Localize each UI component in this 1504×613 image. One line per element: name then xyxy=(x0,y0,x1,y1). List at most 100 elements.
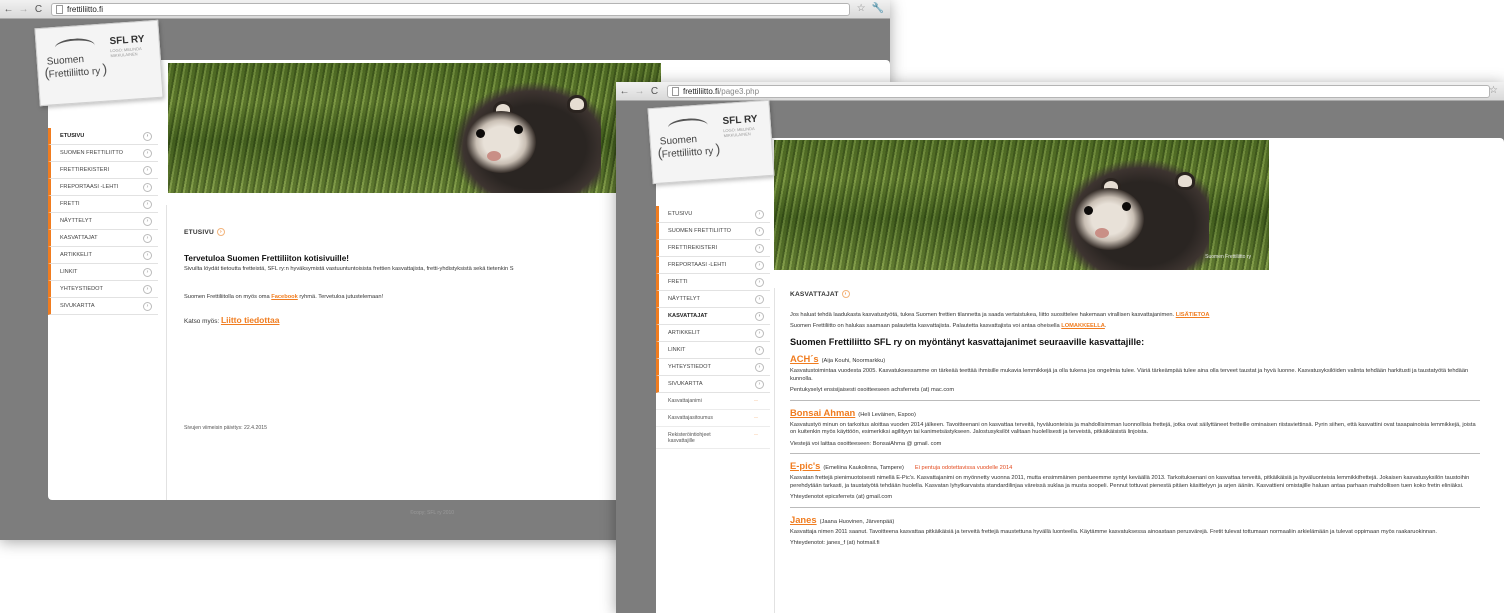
breeder-contact: Viestejä voi laittaa osoitteeseen: Bonsa… xyxy=(790,440,942,447)
breeder-entry: Bonsai Ahman (Heli Leväinen, Espoo) Kasvat… xyxy=(790,407,1480,454)
breeder-name-link[interactable]: ACH´s xyxy=(790,353,819,364)
facebook-link[interactable]: Facebook xyxy=(271,294,298,300)
sidebar-item-label: YHTEYSTIEDOT xyxy=(668,364,711,370)
subnav-item-kasvattajasitoumus[interactable]: Kasvattajasitoumus ·· xyxy=(656,410,770,427)
sidebar-item-label: SIVUKARTTA xyxy=(60,303,95,309)
see-also: Katso myös: Liitto tiedottaa xyxy=(184,315,280,325)
breeder-owner: (Jaana Huovinen, Järvenpää) xyxy=(819,518,895,525)
back-icon[interactable]: ← xyxy=(618,86,631,97)
subnav-item-label: Rekisteröintiohjeet kasvattajille xyxy=(668,431,711,444)
sidebar-item-etusivu[interactable]: ETUSIVU › xyxy=(656,206,770,223)
sidebar-item-etusivu[interactable]: ETUSIVU › xyxy=(48,128,158,145)
bookmark-star-icon[interactable]: ☆ xyxy=(857,3,866,14)
site-logo[interactable]: () Suomen Frettiliitto ry SFL RY LOGO: M… xyxy=(34,19,164,107)
breeder-description: Kasvatan frettejä pienimuotoisesti nimel… xyxy=(790,475,1470,489)
wrench-icon[interactable]: 🔧 xyxy=(872,3,884,14)
chevron-right-icon: › xyxy=(755,210,764,219)
sidebar-item-fretti[interactable]: FRETTI › xyxy=(656,274,770,291)
bookmark-star-icon[interactable]: ☆ xyxy=(1489,85,1498,96)
chevron-right-icon: › xyxy=(755,227,764,236)
breeder-contact: Yhteydenotot epicsferrets (at) gmail.com xyxy=(790,494,893,500)
sidebar-item-label: ETUSIVU xyxy=(60,133,85,139)
subnav-item-label: Kasvattajasitoumus xyxy=(668,415,713,421)
url-path: /page3.php xyxy=(719,86,760,96)
chevron-right-icon: › xyxy=(143,132,152,141)
sidebar-item-label: LINKIT xyxy=(60,269,78,275)
sidebar-item-sivukartta[interactable]: SIVUKARTTA › xyxy=(48,298,158,315)
chevron-right-icon: › xyxy=(143,217,152,226)
sidebar-item-label: FRETTIREKISTERI xyxy=(668,245,718,251)
sidebar-item-kasvattajat[interactable]: KASVATTAJAT › xyxy=(656,308,770,325)
chevron-right-icon: › xyxy=(143,268,152,277)
chevron-right-icon: › xyxy=(755,261,764,270)
url-host: frettiliitto.fi xyxy=(683,86,720,96)
chevron-right-icon: › xyxy=(143,200,152,209)
address-bar[interactable]: frettiliitto.fi xyxy=(51,2,850,16)
liitto-tiedottaa-link[interactable]: Liitto tiedottaa xyxy=(221,315,280,325)
breeder-contact: Pentukyselyt ensisijaisesti osoitteeseen… xyxy=(790,387,955,393)
sidebar-item-label: SIVUKARTTA xyxy=(668,381,703,387)
sidebar-item-suomen-frettiliitto[interactable]: SUOMEN FRETTILIITTO › xyxy=(48,145,158,162)
sidebar-item-artikkelit[interactable]: ARTIKKELIT › xyxy=(656,325,770,342)
breeder-name-link[interactable]: Janes xyxy=(790,514,817,525)
sidebar-item-kasvattajat[interactable]: KASVATTAJAT › xyxy=(48,230,158,247)
forward-icon[interactable]: → xyxy=(17,4,30,15)
sidebar-item-linkit[interactable]: LINKIT › xyxy=(48,264,158,281)
sidebar-item-sivukartta[interactable]: SIVUKARTTA › xyxy=(656,376,770,393)
sidebar-item-suomen-frettiliitto[interactable]: SUOMEN FRETTILIITTO › xyxy=(656,223,770,240)
chevron-right-icon: › xyxy=(755,346,764,355)
sidebar-item-label: FRETTI xyxy=(60,201,80,207)
breeder-notice: Ei pentuja odotettavissa vuodelle 2014 xyxy=(914,465,1013,471)
sidebar-item-yhteystiedot[interactable]: YHTEYSTIEDOT › xyxy=(656,359,770,376)
sidebar-item-yhteystiedot[interactable]: YHTEYSTIEDOT › xyxy=(48,281,158,298)
lisatietoa-link[interactable]: LISÄTIETOA xyxy=(1176,312,1210,318)
sidebar-item-label: ETUSIVU xyxy=(668,211,693,217)
sidebar-item-freportaasi-lehti[interactable]: FREPORTAASI -LEHTI › xyxy=(656,257,770,274)
sidebar-item-artikkelit[interactable]: ARTIKKELIT › xyxy=(48,247,158,264)
intro-text: Sivuilta löydät tietoutta fretteistä, SF… xyxy=(184,266,514,272)
address-bar[interactable]: frettiliitto.fi /page3.php xyxy=(667,84,1490,98)
sidebar-item-frettirekisteri[interactable]: FRETTIREKISTERI › xyxy=(48,162,158,179)
chevron-right-icon: › xyxy=(143,302,152,311)
sidebar-item-label: NÄYTTELYT xyxy=(668,296,700,302)
sidebar-item-label: YHTEYSTIEDOT xyxy=(60,286,103,292)
sidebar-item-label: SUOMEN FRETTILIITTO xyxy=(60,150,123,156)
chevron-right-icon: › xyxy=(755,329,764,338)
sidebar-item-fretti[interactable]: FRETTI › xyxy=(48,196,158,213)
sidebar-item-nayttelyt[interactable]: NÄYTTELYT › xyxy=(656,291,770,308)
sidebar-item-nayttelyt[interactable]: NÄYTTELYT › xyxy=(48,213,158,230)
breeder-description: Kasvatustyö minun on tarkoitus aloittaa … xyxy=(790,421,1476,436)
sidebar-item-frettirekisteri[interactable]: FRETTIREKISTERI › xyxy=(656,240,770,257)
sidebar-item-label: FREPORTAASI -LEHTI xyxy=(60,184,119,190)
reload-icon[interactable]: C xyxy=(648,86,661,97)
browser-window-breeders: ← → C frettiliitto.fi /page3.php ☆ Suome… xyxy=(616,82,1504,613)
breeder-name-link[interactable]: Bonsai Ahman xyxy=(790,407,855,418)
facebook-paragraph: Suomen Frettiliitolla on myös oma Facebo… xyxy=(184,293,384,300)
page-icon xyxy=(672,86,679,96)
subnav-item-rekisterointiohjeet-kasvattajille[interactable]: Rekisteröintiohjeet kasvattajille ·· xyxy=(656,427,770,449)
lomakkeella-link[interactable]: LOMAKKEELLA xyxy=(1061,323,1105,329)
breeder-name-link[interactable]: E-pic's xyxy=(790,460,820,471)
sidebar-item-label: FREPORTAASI -LEHTI xyxy=(668,262,727,268)
heading-bullet-icon: › xyxy=(841,290,850,298)
sidebar-item-linkit[interactable]: LINKIT › xyxy=(656,342,770,359)
site-logo[interactable]: () Suomen Frettiliitto ry SFL RY LOGO: M… xyxy=(647,99,775,185)
forward-icon[interactable]: → xyxy=(633,86,646,97)
browser-toolbar: ← → C frettiliitto.fi ☆ 🔧 xyxy=(0,0,890,19)
chevron-right-icon: › xyxy=(755,244,764,253)
footer-copyright: ©copy; SFL ry 2010 xyxy=(410,510,455,516)
divider xyxy=(790,506,1480,508)
sidebar-item-label: ARTIKKELIT xyxy=(60,252,92,258)
back-icon[interactable]: ← xyxy=(2,4,15,15)
last-updated: Sivujen viimeisin päivitys: 22.4.2015 xyxy=(184,425,268,431)
subnav-item-kasvattajanimi[interactable]: Kasvattajanimi ·· xyxy=(656,393,770,410)
sidebar-item-freportaasi-lehti[interactable]: FREPORTAASI -LEHTI › xyxy=(48,179,158,196)
reload-icon[interactable]: C xyxy=(32,4,45,15)
sidebar-item-label: FRETTI xyxy=(668,279,688,285)
breeder-entry: E-pic's (Emeliina Kaukolinna, Tampere) Ei … xyxy=(790,460,1480,508)
sidebar-item-label: SUOMEN FRETTILIITTO xyxy=(668,228,731,234)
intro-paragraph-1: Jos haluat tehdä laadukasta kasvatustyöt… xyxy=(790,312,1210,318)
page-viewport: Suomen Frettiliitto ry ETUSIVU › SUOMEN FR… xyxy=(616,102,1504,613)
chevron-right-icon: › xyxy=(755,380,764,389)
chevron-right-icon: › xyxy=(143,149,152,158)
